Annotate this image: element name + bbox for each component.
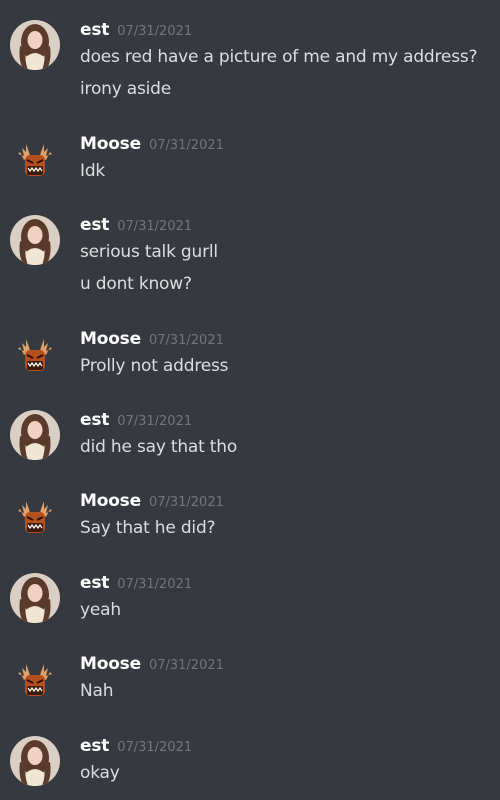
user-avatar[interactable]: [10, 573, 60, 623]
author-name[interactable]: Moose: [80, 329, 141, 349]
message-timestamp: 07/31/2021: [148, 333, 224, 348]
user-avatar[interactable]: [10, 20, 60, 70]
user-avatar[interactable]: [12, 497, 58, 537]
message-header: est 07/31/2021: [80, 20, 192, 44]
user-avatar[interactable]: [12, 660, 58, 700]
user-avatar[interactable]: [10, 410, 60, 460]
message-header: est 07/31/2021: [80, 736, 192, 760]
message-timestamp: 07/31/2021: [117, 24, 193, 39]
author-name[interactable]: est: [80, 410, 109, 430]
message-timestamp: 07/31/2021: [148, 658, 224, 673]
woman-portrait-avatar-icon: [10, 573, 60, 623]
message-text: u dont know?: [80, 274, 192, 294]
message-text: Prolly not address: [80, 356, 229, 376]
author-name[interactable]: est: [80, 736, 109, 756]
message-timestamp: 07/31/2021: [117, 740, 193, 755]
author-name[interactable]: est: [80, 573, 109, 593]
woman-portrait-avatar-icon: [10, 410, 60, 460]
moose-avatar-icon: [16, 664, 54, 696]
message-header: Moose 07/31/2021: [80, 654, 224, 678]
author-name[interactable]: Moose: [80, 134, 141, 154]
message-header: est 07/31/2021: [80, 215, 192, 239]
author-name[interactable]: Moose: [80, 491, 141, 511]
woman-portrait-avatar-icon: [10, 736, 60, 786]
message-text: does red have a picture of me and my add…: [80, 47, 478, 67]
message-header: Moose 07/31/2021: [80, 134, 224, 158]
message-text: serious talk gurll: [80, 242, 218, 262]
moose-avatar-icon: [16, 339, 54, 371]
author-name[interactable]: est: [80, 20, 109, 40]
user-avatar[interactable]: [10, 736, 60, 786]
user-avatar[interactable]: [12, 140, 58, 180]
message-timestamp: 07/31/2021: [117, 414, 193, 429]
message-header: Moose 07/31/2021: [80, 491, 224, 515]
message-timestamp: 07/31/2021: [117, 219, 193, 234]
message-text: Idk: [80, 161, 106, 181]
moose-avatar-icon: [16, 501, 54, 533]
woman-portrait-avatar-icon: [10, 215, 60, 265]
woman-portrait-avatar-icon: [10, 20, 60, 70]
chat-log: est 07/31/2021 does red have a picture of…: [0, 0, 500, 800]
message-text: did he say that tho: [80, 437, 238, 457]
message-timestamp: 07/31/2021: [117, 577, 193, 592]
message-header: est 07/31/2021: [80, 410, 192, 434]
author-name[interactable]: est: [80, 215, 109, 235]
moose-avatar-icon: [16, 144, 54, 176]
user-avatar[interactable]: [10, 215, 60, 265]
message-text: Say that he did?: [80, 518, 216, 538]
message-text: yeah: [80, 600, 121, 620]
message-text: Nah: [80, 681, 114, 701]
author-name[interactable]: Moose: [80, 654, 141, 674]
message-header: est 07/31/2021: [80, 573, 192, 597]
message-text: irony aside: [80, 79, 172, 99]
message-timestamp: 07/31/2021: [148, 495, 224, 510]
message-header: Moose 07/31/2021: [80, 329, 224, 353]
message-timestamp: 07/31/2021: [148, 138, 224, 153]
message-text: okay: [80, 763, 120, 783]
user-avatar[interactable]: [12, 335, 58, 375]
